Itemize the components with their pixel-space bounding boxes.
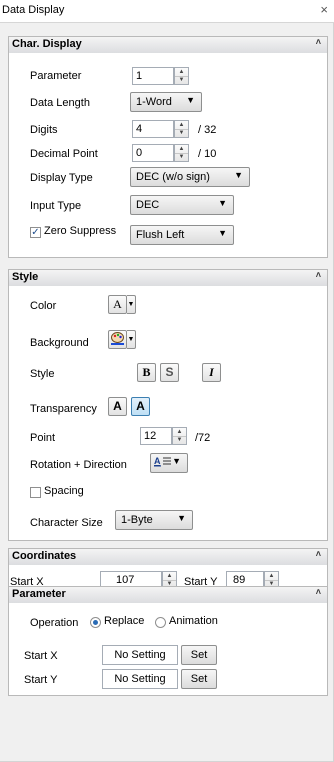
parameter-label: Parameter [30, 70, 82, 82]
digits-input[interactable]: 4 [132, 120, 174, 138]
input-type-label: Input Type [30, 200, 82, 212]
chevron-down-icon: ▼ [186, 95, 195, 105]
coordinates-title: Coordinates [12, 550, 77, 562]
spacing-label: Spacing [44, 485, 84, 497]
point-label: Point [30, 432, 56, 444]
char-display-title: Char. Display [12, 38, 82, 50]
italic-icon[interactable]: I [202, 363, 221, 382]
bold-icon[interactable]: B [137, 363, 156, 382]
font-color-icon[interactable]: A [108, 295, 127, 314]
operation-label: Operation [30, 617, 79, 629]
zero-suppress-label: Zero Suppress [44, 225, 117, 237]
spacing-checkbox[interactable] [30, 487, 41, 498]
param-start-x-field[interactable]: No Setting [102, 645, 178, 665]
display-type-select[interactable]: DEC (w/o sign) ▼ [130, 167, 250, 187]
param-start-y-label: Start Y [24, 674, 58, 686]
parameter-input[interactable]: 1 [132, 67, 174, 85]
data-length-label: Data Length [30, 97, 90, 109]
rotation-direction-select[interactable]: A ▼ [150, 453, 188, 473]
chevron-down-icon: ▼ [234, 170, 243, 180]
zero-suppress-checkbox[interactable]: ✓ [30, 227, 41, 238]
zero-suppress-select[interactable]: Flush Left ▼ [130, 225, 234, 245]
decimal-point-spin-icon[interactable]: ▲ ▼ [174, 144, 189, 162]
display-type-label: Display Type [30, 172, 93, 184]
operation-replace-radio[interactable] [90, 617, 101, 628]
paint-palette-icon[interactable] [108, 330, 127, 349]
param-start-y-field[interactable]: No Setting [102, 669, 178, 689]
decimal-point-max: / 10 [198, 148, 217, 160]
background-label: Background [30, 337, 89, 349]
chevron-down-icon[interactable]: ▼ [127, 330, 136, 349]
svg-text:A: A [154, 456, 161, 466]
coordinates-header[interactable]: Coordinates ˄ [8, 548, 328, 566]
transparency-opaque-icon[interactable]: A [108, 397, 127, 416]
point-spin-icon[interactable]: ▲ ▼ [172, 427, 187, 445]
param-start-x-set-button[interactable]: Set [181, 645, 217, 665]
operation-animation-label: Animation [169, 615, 218, 627]
style-header[interactable]: Style ˄ [8, 269, 328, 287]
point-input[interactable]: 12 [140, 427, 172, 445]
collapse-chevron-up-icon[interactable]: ˄ [316, 587, 321, 597]
style-label: Style [30, 368, 55, 380]
style-title: Style [12, 271, 39, 283]
shadow-text-icon[interactable]: S [160, 363, 179, 382]
transparency-transparent-icon[interactable]: A [131, 397, 150, 416]
collapse-chevron-up-icon[interactable]: ˄ [316, 37, 321, 47]
chevron-down-icon: ▼ [172, 456, 181, 466]
point-max: /72 [195, 432, 211, 444]
digits-spin-icon[interactable]: ▲ ▼ [174, 120, 189, 138]
param-start-y-set-button[interactable]: Set [181, 669, 217, 689]
collapse-chevron-up-icon[interactable]: ˄ [316, 549, 321, 559]
char-display-header[interactable]: Char. Display ˄ [8, 36, 328, 54]
chevron-down-icon: ▼ [218, 228, 227, 238]
collapse-chevron-up-icon[interactable]: ˄ [316, 270, 321, 280]
input-type-select[interactable]: DEC ▼ [130, 195, 234, 215]
decimal-point-label: Decimal Point [30, 148, 98, 160]
transparency-label: Transparency [30, 403, 97, 415]
chevron-down-icon: ▼ [177, 513, 186, 523]
data-length-select[interactable]: 1-Word ▼ [130, 92, 202, 112]
close-icon[interactable]: × [320, 2, 328, 17]
parameter-title: Parameter [12, 588, 66, 600]
decimal-point-input[interactable]: 0 [132, 144, 174, 162]
panel-title-bar: Data Display × [0, 0, 334, 23]
parameter-spin-icon[interactable]: ▲ ▼ [174, 67, 189, 85]
text-direction-icon: A [154, 455, 172, 472]
digits-max: / 32 [198, 124, 217, 136]
panel-title: Data Display [2, 4, 65, 16]
color-label: Color [30, 300, 57, 312]
chevron-down-icon[interactable]: ▼ [127, 295, 136, 314]
digits-label: Digits [30, 124, 58, 136]
rotation-direction-label: Rotation + Direction [30, 459, 127, 471]
param-start-x-label: Start X [24, 650, 58, 662]
parameter-header[interactable]: Parameter ˄ [8, 586, 328, 604]
character-size-select[interactable]: 1-Byte ▼ [115, 510, 193, 530]
operation-replace-label: Replace [104, 615, 145, 627]
chevron-down-icon: ▼ [218, 198, 227, 208]
operation-animation-radio[interactable] [155, 617, 166, 628]
character-size-label: Character Size [30, 517, 103, 529]
